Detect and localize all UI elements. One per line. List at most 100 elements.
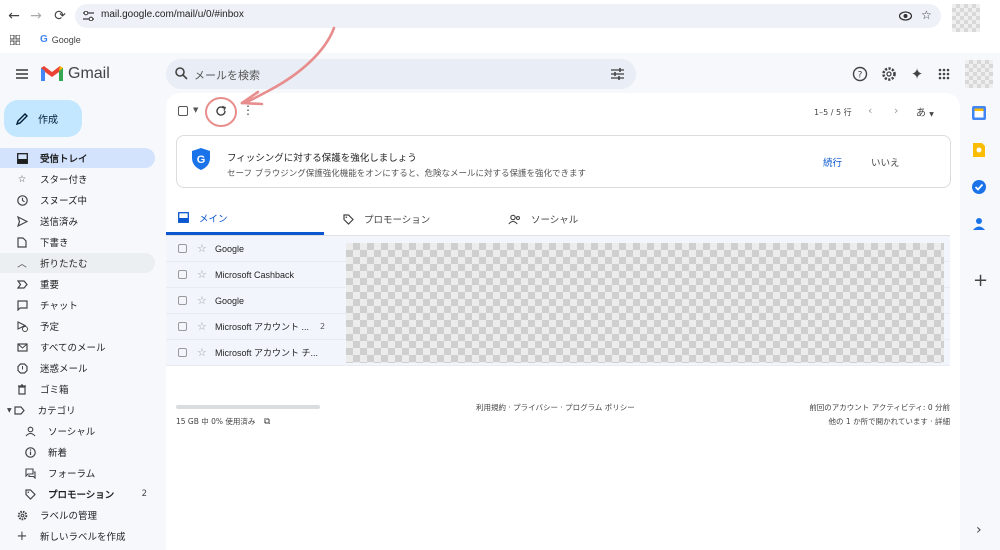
compose-button[interactable]: 作成 [4,100,82,137]
sidebar-item-snoozed[interactable]: スヌーズ中 [0,190,155,210]
pagination-info: 1–5 / 5 行 [814,108,852,117]
sidebar-item-promotions[interactable]: プロモーション 2 [0,484,155,504]
main-panel: ▼ ⋮ 1–5 / 5 行 ‹ › あ ▼ G フィッシングに対する保護を強化し… [166,93,960,550]
tasks-icon[interactable] [971,179,987,195]
sidebar-item-sent[interactable]: 送信済み [0,211,155,231]
sidebar-item-important[interactable]: 重要 [0,274,155,294]
sidebar-item-starred[interactable]: ☆ スター付き [0,169,155,189]
email-sender: Microsoft アカウント ... [215,322,310,332]
browser-chrome: ← → ⟳ mail.google.com/mail/u/0/#inbox ☆ … [0,0,1000,53]
prev-page-icon[interactable]: ‹ [868,104,872,117]
forward-arrow-icon[interactable]: → [26,6,46,26]
sidebar-item-label: 折りたたむ [40,259,88,270]
profile-avatar[interactable] [952,4,980,32]
sidebar-item-label: 下書き [40,238,69,249]
chevron-up-icon: ︿ [17,259,27,270]
sidebar-item-label: プロモーション [48,490,115,501]
sidebar-item-create-label[interactable]: + 新しいラベルを作成 [0,526,155,546]
bookmark-star-icon[interactable]: ☆ [921,8,932,22]
sidebar-item-collapse[interactable]: ︿ 折りたたむ [0,253,155,273]
search-input[interactable]: メールを検索 [194,67,260,83]
more-options-icon[interactable]: ⋮ [242,103,254,119]
sidebar-item-manage-labels[interactable]: ラベルの管理 [0,505,155,525]
email-checkbox[interactable] [178,244,187,253]
add-addon-icon[interactable]: + [973,270,988,291]
shield-google-icon: G [192,148,210,170]
send-icon [16,215,28,227]
expand-panel-chevron-icon[interactable]: › [976,522,982,538]
caret-down-icon[interactable]: ▼ [7,407,12,414]
sidebar-item-trash[interactable]: ゴミ箱 [0,379,155,399]
apps-grid-icon[interactable] [10,35,20,45]
sidebar-item-spam[interactable]: 迷惑メール [0,358,155,378]
tab-primary[interactable]: メイン [166,203,324,235]
reload-icon[interactable]: ⟳ [50,6,70,26]
email-checkbox[interactable] [178,322,187,331]
help-icon[interactable]: ? [851,65,869,83]
sidebar-item-forums[interactable]: フォーラム [0,463,155,483]
tag-icon [343,213,354,225]
banner-dismiss-button[interactable]: いいえ [871,155,900,169]
calendar-icon[interactable] [971,105,987,121]
sidebar-item-label: ソーシャル [48,427,96,438]
unread-count: 2 [141,489,147,499]
footer-links[interactable]: 利用規約 · プライバシー · プログラム ポリシー [476,402,635,413]
sidebar-item-scheduled[interactable]: 予定 [0,316,155,336]
sidebar-item-inbox[interactable]: 受信トレイ [0,148,155,168]
star-icon[interactable]: ☆ [197,346,207,359]
clock-icon [16,194,28,206]
star-icon[interactable]: ☆ [197,294,207,307]
tag-icon [24,488,36,500]
sidebar-item-social[interactable]: ソーシャル [0,421,155,441]
refresh-button[interactable] [206,99,236,123]
gemini-sparkle-icon[interactable]: ✦ [908,65,926,83]
next-page-icon[interactable]: › [894,104,898,117]
star-icon[interactable]: ☆ [197,242,207,255]
select-caret-icon[interactable]: ▼ [193,106,198,114]
activity-details-link[interactable]: 他の 1 か所で開かれています · 詳細 [829,416,950,427]
search-icon[interactable] [175,67,188,80]
sidebar-item-categories[interactable]: ▼ カテゴリ [0,400,155,420]
select-all-checkbox[interactable] [178,106,188,116]
sidebar-item-chat[interactable]: チャット [0,295,155,315]
sidebar-item-all-mail[interactable]: すべてのメール [0,337,155,357]
contacts-icon[interactable] [971,216,987,232]
sidebar-item-drafts[interactable]: 下書き [0,232,155,252]
star-icon[interactable]: ☆ [197,268,207,281]
gmail-logo-icon[interactable] [40,64,64,82]
email-checkbox[interactable] [178,348,187,357]
address-bar[interactable]: mail.google.com/mail/u/0/#inbox ☆ [75,4,941,28]
url-text[interactable]: mail.google.com/mail/u/0/#inbox [101,9,244,20]
email-checkbox[interactable] [178,270,187,279]
tab-label: プロモーション [364,215,431,226]
banner-body: セーフ ブラウジング保護強化機能をオンにすると、危険なメールに対する保護を強化で… [227,169,586,179]
side-panel-avatar[interactable] [965,60,993,88]
search-bar[interactable]: メールを検索 [166,59,636,89]
spam-icon [16,362,28,374]
input-tools-label: あ [916,108,926,119]
star-icon: ☆ [17,173,27,185]
sidebar-item-label: ゴミ箱 [40,385,69,396]
keep-icon[interactable] [971,142,987,158]
sidebar-item-label: スター付き [40,175,88,186]
tab-promotions[interactable]: プロモーション [331,203,491,235]
site-settings-icon[interactable] [83,11,94,21]
settings-gear-icon[interactable] [880,65,898,83]
tab-social[interactable]: ソーシャル [496,203,656,235]
sidebar-item-label: 送信済み [40,217,79,228]
main-menu-icon[interactable] [14,66,30,82]
external-link-icon[interactable]: ⧉ [264,417,270,427]
search-options-icon[interactable] [611,68,624,80]
sidebar-item-updates[interactable]: 新着 [0,442,155,462]
email-sender: Google [215,243,245,254]
eye-icon[interactable] [899,10,912,22]
input-tools-button[interactable]: あ ▼ [916,104,934,119]
scheduled-icon [16,320,28,332]
bookmark-google[interactable]: G Google [40,34,81,45]
star-icon[interactable]: ☆ [197,320,207,333]
caret-down-icon: ▼ [929,111,934,118]
back-arrow-icon[interactable]: ← [4,6,24,26]
banner-continue-button[interactable]: 続行 [823,155,842,169]
email-checkbox[interactable] [178,296,187,305]
google-apps-icon[interactable] [935,65,953,83]
